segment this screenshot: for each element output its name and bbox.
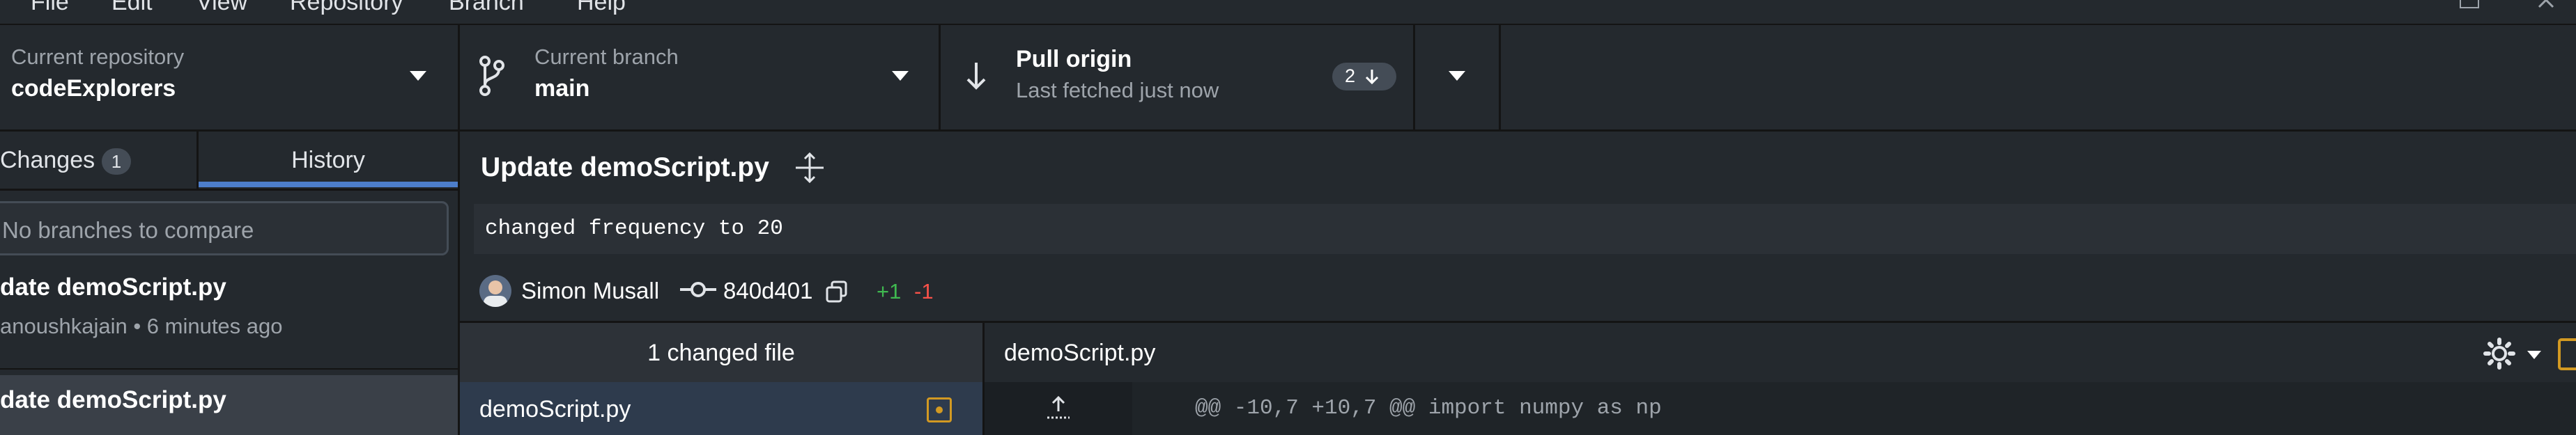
pull-origin-title: Pull origin <box>1016 46 1132 72</box>
list-item[interactable]: date demoScript.py anoushkajain • 6 minu… <box>0 264 458 370</box>
menu-file[interactable]: File <box>31 0 69 16</box>
repository-label: Current repository <box>11 45 185 69</box>
last-fetched-text: Last fetched just now <box>1016 78 1219 102</box>
menu-repository[interactable]: Repository <box>290 0 403 16</box>
commit-description: changed frequency to 20 <box>474 204 2576 254</box>
commit-sha: 840d401 <box>723 278 813 303</box>
tab-active-indicator <box>199 182 458 187</box>
pull-count-badge: 2 <box>1332 63 1396 90</box>
changed-files-count: 1 changed file <box>647 340 795 366</box>
commit-meta: anoushkajain • 6 minutes ago <box>0 314 283 338</box>
changes-count-badge: 1 <box>102 148 131 175</box>
expand-up-icon[interactable] <box>1044 395 1072 421</box>
commit-title: date demoScript.py <box>0 274 226 301</box>
menu-edit[interactable]: Edit <box>111 0 153 16</box>
pull-origin-button[interactable]: Pull origin Last fetched just now 2 <box>941 25 1413 129</box>
branch-compare-input[interactable]: No branches to compare <box>0 201 449 255</box>
additions-count: +1 <box>877 279 902 303</box>
repository-name: codeExplorers <box>11 75 176 102</box>
tab-changes-label: Changes <box>0 147 95 173</box>
diff-file-name: demoScript.py <box>1004 340 1156 366</box>
modified-file-icon <box>2558 338 2576 370</box>
commit-author: Simon Musall <box>521 278 660 303</box>
git-branch-icon <box>479 56 504 96</box>
pull-count: 2 <box>1345 65 1356 86</box>
deletions-count: -1 <box>914 279 934 303</box>
current-branch-button[interactable]: Current branch main <box>460 25 939 129</box>
commit-summary-title: Update demoScript.py <box>481 152 769 182</box>
tab-history[interactable]: History <box>199 132 458 189</box>
tab-history-label: History <box>291 147 365 173</box>
compare-placeholder: No branches to compare <box>2 217 254 243</box>
list-item[interactable]: demoScript.py <box>460 382 982 435</box>
chevron-down-icon <box>892 71 909 81</box>
copy-icon[interactable] <box>825 280 849 304</box>
menu-branch[interactable]: Branch <box>449 0 524 16</box>
chevron-down-icon <box>1449 71 1465 81</box>
changed-files-header: 1 changed file <box>460 321 982 384</box>
pull-options-dropdown[interactable] <box>1415 25 1499 129</box>
git-commit-icon <box>680 282 716 297</box>
modified-file-icon <box>927 397 952 422</box>
current-repository-button[interactable]: Current repository codeExplorers <box>0 25 458 129</box>
hunk-gutter <box>985 382 1132 435</box>
hunk-header: @@ -10,7 +10,7 @@ import numpy as np <box>1195 396 1662 420</box>
chevron-down-icon <box>410 71 426 81</box>
arrow-down-icon <box>966 63 986 90</box>
branch-name: main <box>534 75 590 102</box>
toolbar: Current repository codeExplorers Current… <box>0 25 2576 132</box>
menu-view[interactable]: View <box>196 0 247 16</box>
diff-header: demoScript.py <box>982 321 2576 384</box>
diff-view: @@ -10,7 +10,7 @@ import numpy as np <box>982 382 2576 435</box>
close-icon[interactable] <box>2536 0 2557 10</box>
commit-message-text: changed frequency to 20 <box>485 216 783 241</box>
tab-changes[interactable]: Changes 1 <box>0 132 196 189</box>
commit-title: date demoScript.py <box>0 386 226 413</box>
avatar <box>479 275 511 307</box>
menu-help[interactable]: Help <box>577 0 626 16</box>
list-item[interactable]: date demoScript.py <box>0 375 458 435</box>
file-name: demoScript.py <box>479 396 631 422</box>
maximize-icon[interactable] <box>2460 0 2479 8</box>
branch-label: Current branch <box>534 45 679 69</box>
sidebar: Changes 1 History No branches to compare… <box>0 132 458 435</box>
arrow-down-icon <box>1365 70 1379 85</box>
expand-icon[interactable] <box>794 152 825 183</box>
chevron-down-icon[interactable] <box>2526 349 2543 361</box>
menu-bar: File Edit View Repository Branch Help <box>0 0 2576 25</box>
gear-icon[interactable] <box>2483 337 2516 370</box>
commit-details: Update demoScript.py changed frequency t… <box>460 132 2576 321</box>
